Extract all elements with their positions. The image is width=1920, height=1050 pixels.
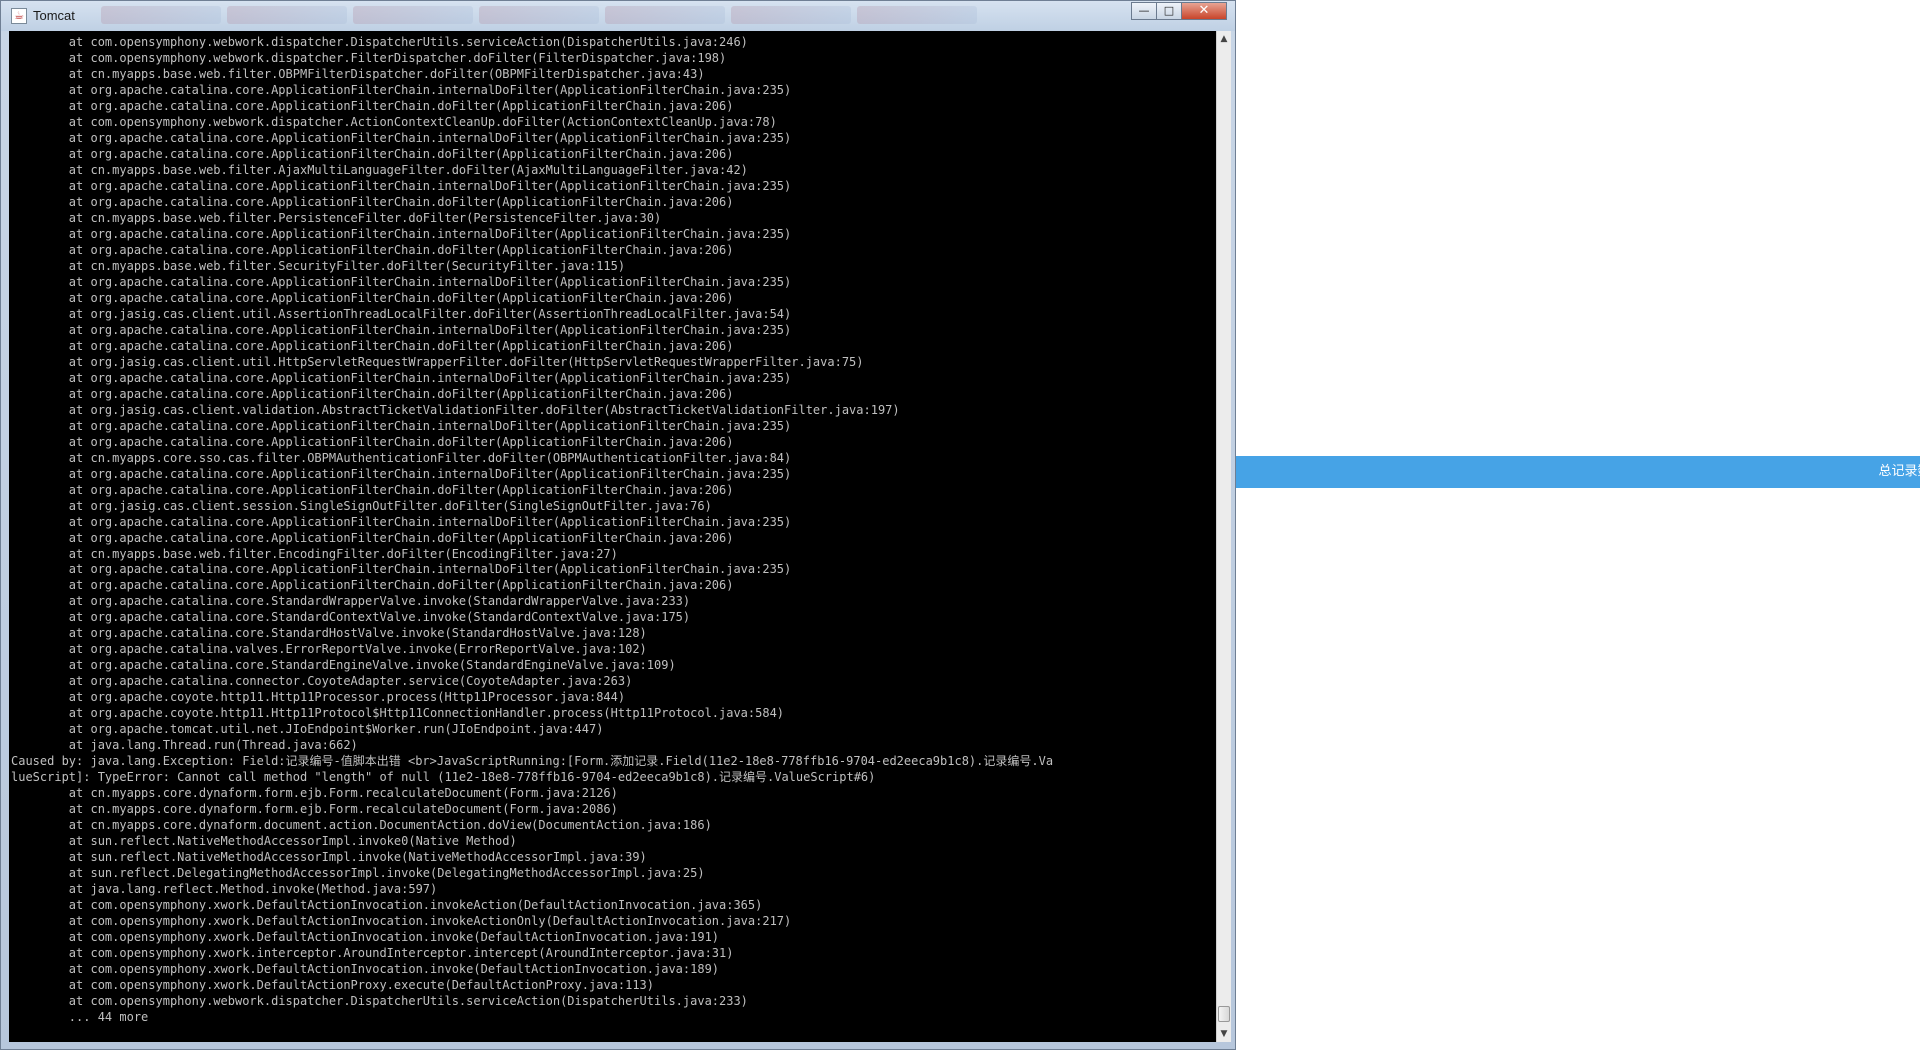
console-line: at sun.reflect.DelegatingMethodAccessorI… <box>11 866 705 881</box>
vertical-scrollbar[interactable]: ▲ ▼ <box>1216 31 1231 1042</box>
console-line: at org.apache.catalina.core.ApplicationF… <box>11 274 792 289</box>
window-controls: — □ ✕ <box>1131 2 1227 22</box>
console-line: at org.apache.catalina.core.StandardWrap… <box>11 594 691 609</box>
scroll-thumb[interactable] <box>1218 1006 1230 1022</box>
console-line: at org.apache.catalina.valves.ErrorRepor… <box>11 642 647 657</box>
taskbar-ghost-tabs <box>101 6 1101 26</box>
console-line: at cn.myapps.core.dynaform.document.acti… <box>11 818 712 833</box>
console-line: at org.apache.catalina.connector.CoyoteA… <box>11 674 633 689</box>
console-line: at org.apache.catalina.core.StandardHost… <box>11 626 647 641</box>
console-line: at org.jasig.cas.client.validation.Abstr… <box>11 402 900 417</box>
console-line: at sun.reflect.NativeMethodAccessorImpl.… <box>11 834 517 849</box>
console-line: at org.apache.catalina.core.ApplicationF… <box>11 370 792 385</box>
console-window[interactable]: ☕ Tomcat — □ ✕ at com.opensymphony.webwo… <box>0 0 1236 1050</box>
console-line: lueScript]: TypeError: Cannot call metho… <box>11 770 876 785</box>
console-line: at com.opensymphony.webwork.dispatcher.A… <box>11 114 777 129</box>
minimize-button[interactable]: — <box>1131 2 1157 20</box>
console-line: at cn.myapps.core.dynaform.form.ejb.Form… <box>11 802 618 817</box>
console-line: at org.apache.catalina.core.StandardEngi… <box>11 658 676 673</box>
console-output[interactable]: at com.opensymphony.webwork.dispatcher.D… <box>9 31 1216 1042</box>
console-line: at com.opensymphony.xwork.interceptor.Ar… <box>11 946 734 961</box>
console-line: at org.apache.catalina.core.ApplicationF… <box>11 434 734 449</box>
scroll-down-arrow-icon[interactable]: ▼ <box>1217 1026 1231 1042</box>
console-line: at com.opensymphony.webwork.dispatcher.F… <box>11 50 727 65</box>
console-line: at org.apache.catalina.core.ApplicationF… <box>11 418 792 433</box>
console-line: at org.apache.catalina.core.ApplicationF… <box>11 130 792 145</box>
console-line: at org.apache.tomcat.util.net.JIoEndpoin… <box>11 722 604 737</box>
console-line: at com.opensymphony.xwork.DefaultActionI… <box>11 962 720 977</box>
console-line: at org.apache.catalina.core.ApplicationF… <box>11 530 734 545</box>
console-line: at org.apache.catalina.core.ApplicationF… <box>11 82 792 97</box>
console-line: at org.jasig.cas.client.util.HttpServlet… <box>11 354 864 369</box>
console-line: at org.apache.catalina.core.ApplicationF… <box>11 194 734 209</box>
console-line: at org.jasig.cas.client.session.SingleSi… <box>11 498 712 513</box>
console-line: at cn.myapps.core.dynaform.form.ejb.Form… <box>11 786 618 801</box>
console-line: at org.apache.catalina.core.ApplicationF… <box>11 482 734 497</box>
console-line: at org.apache.catalina.core.StandardCont… <box>11 610 691 625</box>
console-line: at java.lang.reflect.Method.invoke(Metho… <box>11 882 438 897</box>
console-line: at org.apache.catalina.core.ApplicationF… <box>11 226 792 241</box>
console-line: at cn.myapps.core.sso.cas.filter.OBPMAut… <box>11 450 792 465</box>
console-line: at org.apache.catalina.core.ApplicationF… <box>11 178 792 193</box>
ghost-tab <box>353 6 473 24</box>
console-line: at org.apache.coyote.http11.Http11Protoc… <box>11 706 785 721</box>
java-app-icon: ☕ <box>11 8 27 24</box>
console-line: at org.apache.catalina.core.ApplicationF… <box>11 562 792 577</box>
ghost-tab <box>227 6 347 24</box>
console-line: at com.opensymphony.xwork.DefaultActionI… <box>11 930 720 945</box>
console-line: at cn.myapps.base.web.filter.OBPMFilterD… <box>11 66 705 81</box>
console-line: at org.apache.catalina.core.ApplicationF… <box>11 322 792 337</box>
console-line: at com.opensymphony.xwork.DefaultActionI… <box>11 898 763 913</box>
console-line: at com.opensymphony.xwork.DefaultActionI… <box>11 914 792 929</box>
console-line: at cn.myapps.base.web.filter.Persistence… <box>11 210 662 225</box>
console-line: at org.apache.catalina.core.ApplicationF… <box>11 242 734 257</box>
console-line: at com.opensymphony.webwork.dispatcher.D… <box>11 35 748 49</box>
console-line: Caused by: java.lang.Exception: Field:记录… <box>11 754 1054 769</box>
console-line: at org.apache.catalina.core.ApplicationF… <box>11 466 792 481</box>
console-line: at cn.myapps.base.web.filter.SecurityFil… <box>11 258 626 273</box>
console-line: at com.opensymphony.xwork.DefaultActionP… <box>11 978 654 993</box>
console-line: ... 44 more <box>11 1010 149 1025</box>
ghost-tab <box>101 6 221 24</box>
console-line: at cn.myapps.base.web.filter.EncodingFil… <box>11 546 618 561</box>
total-records-label: 总记录数:( <box>1878 464 1920 479</box>
scroll-up-arrow-icon[interactable]: ▲ <box>1217 31 1231 47</box>
title-bar[interactable]: ☕ Tomcat — □ ✕ <box>1 1 1235 31</box>
console-line: at org.apache.catalina.core.ApplicationF… <box>11 338 734 353</box>
maximize-button[interactable]: □ <box>1156 2 1182 20</box>
status-bar: 总记录数:( <box>1236 456 1920 488</box>
console-line: at org.apache.catalina.core.ApplicationF… <box>11 98 734 113</box>
ghost-tab <box>731 6 851 24</box>
ghost-tab <box>479 6 599 24</box>
console-line: at org.apache.catalina.core.ApplicationF… <box>11 514 792 529</box>
window-title: Tomcat <box>33 8 75 23</box>
console-line: at com.opensymphony.webwork.dispatcher.D… <box>11 994 748 1009</box>
console-line: at org.apache.catalina.core.ApplicationF… <box>11 578 734 593</box>
console-line: at org.apache.catalina.core.ApplicationF… <box>11 146 734 161</box>
close-button[interactable]: ✕ <box>1181 2 1227 20</box>
console-line: at org.apache.catalina.core.ApplicationF… <box>11 290 734 305</box>
ghost-tab <box>605 6 725 24</box>
stack-trace-text: at com.opensymphony.webwork.dispatcher.D… <box>9 31 1216 1026</box>
console-line: at cn.myapps.base.web.filter.AjaxMultiLa… <box>11 162 748 177</box>
console-line: at java.lang.Thread.run(Thread.java:662) <box>11 738 358 753</box>
ghost-tab <box>857 6 977 24</box>
console-line: at org.apache.catalina.core.ApplicationF… <box>11 386 734 401</box>
console-line: at org.jasig.cas.client.util.AssertionTh… <box>11 306 792 321</box>
console-line: at org.apache.coyote.http11.Http11Proces… <box>11 690 626 705</box>
console-line: at sun.reflect.NativeMethodAccessorImpl.… <box>11 850 647 865</box>
